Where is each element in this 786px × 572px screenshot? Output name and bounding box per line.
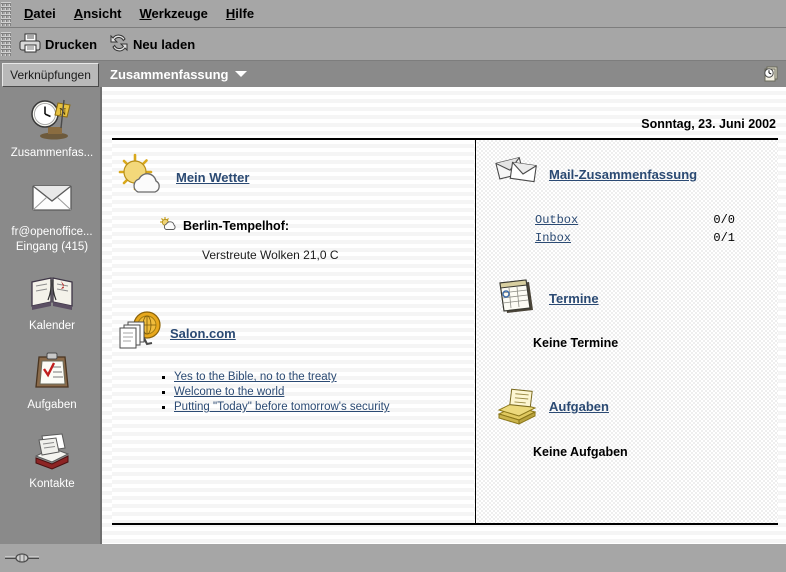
news-documents-icon — [116, 310, 168, 357]
clock-summary-icon: N — [28, 97, 76, 141]
menu-drag-handle[interactable] — [1, 1, 11, 26]
menu-bar: Datei Ansicht Werkzeuge Hilfe — [0, 0, 786, 28]
weather-condition: Verstreute Wolken 21,0 C — [202, 248, 339, 262]
mail-folder-outbox-link[interactable]: Outbox — [535, 213, 578, 227]
reload-button[interactable]: Neu laden — [105, 31, 203, 58]
sidebar-item-summary-label: Zusammenfas... — [10, 147, 94, 159]
tasks-block: Aufgaben Keine Aufgaben — [477, 350, 778, 459]
sidebar-item-tasks-label: Aufgaben — [27, 399, 77, 411]
view-title-dropdown[interactable]: Zusammenfassung — [110, 61, 248, 87]
application-window: Datei Ansicht Werkzeuge Hilfe Drucken Ne… — [0, 0, 786, 572]
tasks-title-link[interactable]: Aufgaben — [549, 399, 609, 414]
column-divider — [475, 140, 476, 523]
summary-content-panel: Sonntag, 23. Juni 2002 Mein Wetter Berli… — [102, 87, 786, 544]
toolbar-drag-handle[interactable] — [1, 32, 11, 56]
news-title-link[interactable]: Salon.com — [170, 326, 236, 341]
bottom-strip — [0, 544, 786, 572]
sidebar-item-contacts-label: Kontakte — [29, 478, 75, 490]
view-bar: Verknüpfungen Zusammenfassung — [0, 61, 786, 87]
mail-folder-inbox-link[interactable]: Inbox — [535, 231, 571, 245]
envelope-icon — [28, 176, 76, 220]
summary-clock-icon — [762, 65, 780, 83]
sidebar-item-inbox-label: fr@openoffice... — [11, 226, 93, 238]
menu-hilfe[interactable]: Hilfe — [217, 3, 263, 24]
sidebar-item-contacts[interactable]: Kontakte — [0, 418, 100, 497]
view-title-label: Zusammenfassung — [110, 66, 229, 82]
sidebar-item-summary[interactable]: N Zusammenfas... — [0, 87, 100, 166]
calendar-book-icon — [28, 270, 76, 314]
mail-folder-list: Outbox 0/0 Inbox 0/1 — [535, 213, 735, 245]
news-list: Yes to the Bible, no to the treaty Welco… — [156, 369, 474, 413]
print-button-label: Drucken — [45, 36, 98, 52]
small-sun-cloud-icon — [159, 216, 177, 234]
list-item: Welcome to the world — [174, 384, 474, 398]
current-date: Sonntag, 23. Juni 2002 — [641, 117, 776, 131]
news-header: Salon.com — [116, 310, 474, 357]
news-link-1[interactable]: Welcome to the world — [174, 386, 284, 398]
calendar-page-icon — [495, 277, 541, 320]
mail-folder-outbox-count: 0/0 — [713, 213, 735, 227]
chevron-down-icon — [235, 71, 248, 77]
print-button[interactable]: Drucken — [15, 30, 105, 59]
news-link-2[interactable]: Putting "Today" before tomorrow's securi… — [174, 401, 390, 413]
sidebar-item-calendar[interactable]: Kalender — [0, 260, 100, 339]
printer-icon — [19, 32, 41, 57]
mail-stack-icon — [495, 154, 541, 195]
bottom-divider — [112, 523, 778, 525]
menu-werkzeuge[interactable]: Werkzeuge — [130, 3, 216, 24]
mail-folder-inbox-count: 0/1 — [713, 231, 735, 245]
mail-block: Mail-Zusammenfassung Outbox 0/0 Inbox 0/… — [477, 140, 778, 245]
appointments-header: Termine — [495, 277, 778, 320]
clipboard-check-icon — [28, 349, 76, 393]
sidebar-item-calendar-label: Kalender — [28, 320, 76, 332]
sidebar-item-inbox-count: Eingang (415) — [15, 241, 89, 253]
weather-station-label: Berlin-Tempelhof: — [183, 218, 290, 233]
news-block: Salon.com Yes to the Bible, no to the tr… — [112, 262, 474, 413]
menu-ansicht[interactable]: Ansicht — [65, 3, 131, 24]
weather-header: Mein Wetter — [116, 152, 474, 203]
menu-datei[interactable]: Datei — [15, 3, 65, 24]
sun-cloud-icon — [116, 152, 168, 203]
list-item: Putting "Today" before tomorrow's securi… — [174, 399, 474, 413]
notes-stack-icon — [495, 384, 541, 429]
sidebar-item-tasks[interactable]: Aufgaben — [0, 339, 100, 418]
weather-station-row: Berlin-Tempelhof: — [159, 216, 474, 234]
appointments-block: Termine Keine Termine — [477, 245, 778, 350]
reload-button-label: Neu laden — [133, 36, 196, 52]
mail-folder-row: Outbox 0/0 — [535, 213, 735, 227]
contacts-cardfile-icon — [28, 428, 76, 472]
splitter-handle-icon[interactable] — [4, 552, 40, 564]
mail-folder-row: Inbox 0/1 — [535, 231, 735, 245]
appointments-empty-text: Keine Termine — [533, 336, 619, 350]
tasks-header: Aufgaben — [495, 384, 778, 429]
news-link-0[interactable]: Yes to the Bible, no to the treaty — [174, 371, 337, 383]
weather-block: Mein Wetter Berlin-Tempelhof: Verstreute… — [112, 140, 474, 262]
list-item: Yes to the Bible, no to the treaty — [174, 369, 474, 383]
refresh-icon — [109, 33, 129, 56]
sidebar-item-inbox[interactable]: fr@openoffice... Eingang (415) — [0, 166, 100, 260]
appointments-title-link[interactable]: Termine — [549, 291, 599, 306]
right-column: Mail-Zusammenfassung Outbox 0/0 Inbox 0/… — [477, 140, 778, 523]
toolbar: Drucken Neu laden — [0, 28, 786, 61]
weather-title-link[interactable]: Mein Wetter — [176, 170, 249, 185]
shortcuts-tab[interactable]: Verknüpfungen — [2, 63, 99, 87]
mail-title-link[interactable]: Mail-Zusammenfassung — [549, 167, 697, 182]
shortcuts-sidebar[interactable]: N Zusammenfas... fr@openoffice... Eingan… — [0, 87, 102, 544]
tasks-empty-text: Keine Aufgaben — [533, 445, 628, 459]
mail-header: Mail-Zusammenfassung — [495, 154, 778, 195]
left-column: Mein Wetter Berlin-Tempelhof: Verstreute… — [112, 140, 474, 523]
